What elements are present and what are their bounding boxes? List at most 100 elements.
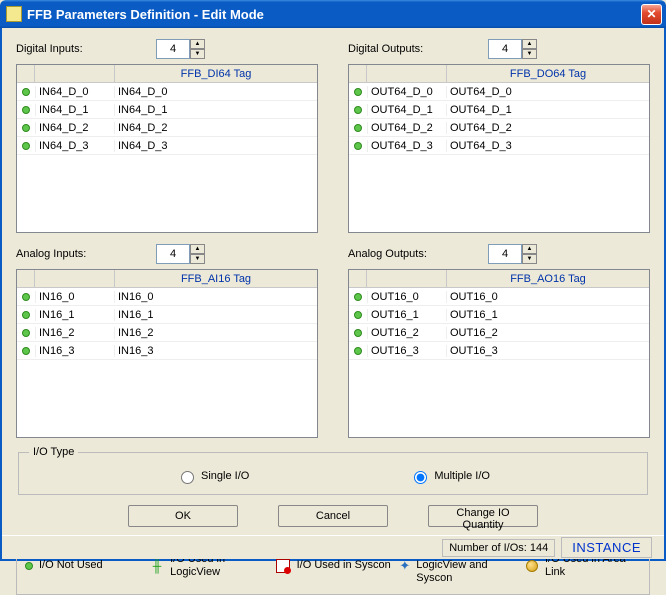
table-row[interactable]: IN64_D_1IN64_D_1: [17, 101, 317, 119]
table-row[interactable]: IN64_D_3IN64_D_3: [17, 137, 317, 155]
table-row[interactable]: OUT16_3OUT16_3: [349, 342, 649, 360]
row-tag: OUT64_D_3: [447, 140, 649, 152]
ai-tag-header: FFB_AI16 Tag: [115, 273, 317, 285]
cancel-button[interactable]: Cancel: [278, 505, 388, 527]
row-tag: IN16_0: [115, 291, 317, 303]
row-name: IN64_D_3: [35, 140, 115, 152]
table-row[interactable]: OUT64_D_0OUT64_D_0: [349, 83, 649, 101]
dot-icon: [354, 293, 362, 301]
single-io-radio[interactable]: Single I/O: [176, 468, 249, 484]
table-row[interactable]: IN16_0IN16_0: [17, 288, 317, 306]
do-spin-up[interactable]: ▲: [522, 39, 537, 49]
dot-icon: [22, 142, 30, 150]
do-count-input[interactable]: [488, 39, 522, 59]
row-tag: OUT64_D_2: [447, 122, 649, 134]
single-io-radio-input[interactable]: [181, 471, 194, 484]
row-name: OUT64_D_2: [367, 122, 447, 134]
dot-icon: [22, 311, 30, 319]
ao-count-input[interactable]: [488, 244, 522, 264]
dot-icon: [25, 562, 33, 570]
row-tag: IN16_2: [115, 327, 317, 339]
dot-icon: [22, 329, 30, 337]
do-spin-down[interactable]: ▼: [522, 49, 537, 59]
di-table: FFB_DI64 TagIN64_D_0IN64_D_0IN64_D_1IN64…: [16, 64, 318, 233]
dot-icon: [354, 311, 362, 319]
io-type-legend: I/O Type: [29, 446, 78, 458]
row-tag: OUT64_D_1: [447, 104, 649, 116]
statusbar: Number of I/Os: 144 INSTANCE: [2, 535, 664, 559]
ai-label: Analog Inputs:: [16, 248, 126, 260]
ao-spin-up[interactable]: ▲: [522, 244, 537, 254]
row-name: OUT64_D_1: [367, 104, 447, 116]
do-tag-header: FFB_DO64 Tag: [447, 68, 649, 80]
dot-icon: [354, 124, 362, 132]
multiple-io-label: Multiple I/O: [434, 470, 490, 482]
row-tag: IN16_3: [115, 345, 317, 357]
table-row[interactable]: IN16_1IN16_1: [17, 306, 317, 324]
row-name: IN64_D_1: [35, 104, 115, 116]
single-io-label: Single I/O: [201, 470, 249, 482]
table-row[interactable]: OUT64_D_1OUT64_D_1: [349, 101, 649, 119]
io-type-group: I/O Type Single I/O Multiple I/O: [18, 446, 648, 495]
logicview-syscon-icon: ✦: [399, 558, 410, 574]
ok-button[interactable]: OK: [128, 505, 238, 527]
row-tag: IN64_D_3: [115, 140, 317, 152]
row-name: OUT16_2: [367, 327, 447, 339]
row-tag: OUT16_0: [447, 291, 649, 303]
status-io-count: Number of I/Os: 144: [442, 539, 555, 557]
row-name: OUT16_0: [367, 291, 447, 303]
row-name: OUT16_1: [367, 309, 447, 321]
table-row[interactable]: IN16_3IN16_3: [17, 342, 317, 360]
ai-spin-down[interactable]: ▼: [190, 254, 205, 264]
row-tag: IN64_D_0: [115, 86, 317, 98]
table-row[interactable]: OUT16_0OUT16_0: [349, 288, 649, 306]
logicview-icon: ╫: [150, 558, 164, 574]
change-io-quantity-button[interactable]: Change IO Quantity: [428, 505, 538, 527]
analog-inputs-section: Analog Inputs:▲▼FFB_AI16 TagIN16_0IN16_0…: [16, 243, 318, 438]
table-row[interactable]: OUT16_1OUT16_1: [349, 306, 649, 324]
row-name: IN16_1: [35, 309, 115, 321]
table-row[interactable]: IN64_D_0IN64_D_0: [17, 83, 317, 101]
multiple-io-radio[interactable]: Multiple I/O: [409, 468, 490, 484]
ao-spin-down[interactable]: ▼: [522, 254, 537, 264]
di-spin-up[interactable]: ▲: [190, 39, 205, 49]
ao-label: Analog Outputs:: [348, 248, 458, 260]
row-name: IN16_2: [35, 327, 115, 339]
multiple-io-radio-input[interactable]: [414, 471, 427, 484]
di-count-input[interactable]: [156, 39, 190, 59]
table-row[interactable]: OUT64_D_3OUT64_D_3: [349, 137, 649, 155]
table-row[interactable]: IN16_2IN16_2: [17, 324, 317, 342]
table-row[interactable]: IN64_D_2IN64_D_2: [17, 119, 317, 137]
analog-outputs-section: Analog Outputs:▲▼FFB_AO16 TagOUT16_0OUT1…: [348, 243, 650, 438]
row-name: IN16_3: [35, 345, 115, 357]
table-row[interactable]: OUT16_2OUT16_2: [349, 324, 649, 342]
row-name: OUT64_D_3: [367, 140, 447, 152]
ai-count-input[interactable]: [156, 244, 190, 264]
di-tag-header: FFB_DI64 Tag: [115, 68, 317, 80]
row-tag: OUT16_1: [447, 309, 649, 321]
row-name: OUT16_3: [367, 345, 447, 357]
dot-icon: [22, 293, 30, 301]
row-tag: OUT64_D_0: [447, 86, 649, 98]
row-name: IN16_0: [35, 291, 115, 303]
dot-icon: [22, 347, 30, 355]
di-spin-down[interactable]: ▼: [190, 49, 205, 59]
row-name: IN64_D_0: [35, 86, 115, 98]
di-label: Digital Inputs:: [16, 43, 126, 55]
close-button[interactable]: ✕: [641, 4, 662, 25]
digital-inputs-section: Digital Inputs:▲▼FFB_DI64 TagIN64_D_0IN6…: [16, 38, 318, 233]
dot-icon: [354, 106, 362, 114]
window-title: FFB Parameters Definition - Edit Mode: [27, 7, 641, 22]
arealink-icon: [524, 558, 539, 574]
dot-icon: [22, 106, 30, 114]
table-row[interactable]: OUT64_D_2OUT64_D_2: [349, 119, 649, 137]
dot-icon: [22, 124, 30, 132]
ai-spin-up[interactable]: ▲: [190, 244, 205, 254]
syscon-icon: [275, 558, 291, 574]
row-tag: OUT16_2: [447, 327, 649, 339]
legend-syscon: I/O Used in Syscon: [297, 559, 391, 572]
status-mode: INSTANCE: [561, 537, 652, 558]
dot-icon: [354, 347, 362, 355]
row-tag: IN16_1: [115, 309, 317, 321]
legend-not-used: I/O Not Used: [39, 559, 103, 572]
